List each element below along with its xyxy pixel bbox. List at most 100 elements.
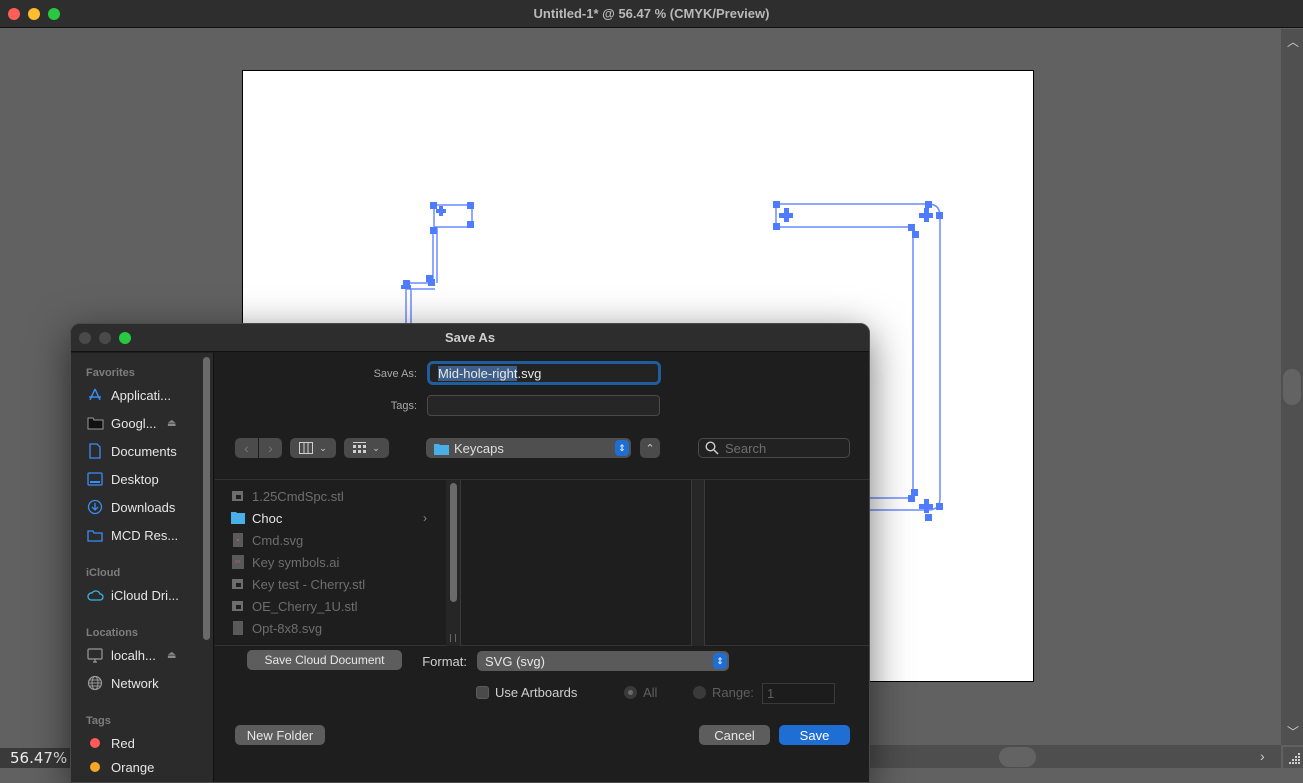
- sidebar-item-desktop[interactable]: Desktop: [86, 468, 201, 490]
- file-list-scrollbar[interactable]: [446, 480, 460, 646]
- downloads-icon: [86, 499, 104, 515]
- forward-button[interactable]: ›: [259, 438, 282, 458]
- dropdown-stepper-icon: ⇕: [713, 653, 727, 669]
- folder-icon: [86, 527, 104, 543]
- file-row[interactable]: Key symbols.ai: [231, 551, 431, 573]
- search-placeholder: Search: [725, 440, 767, 456]
- horizontal-scroll-thumb[interactable]: [999, 747, 1036, 767]
- scroll-up-arrow-icon[interactable]: ︿: [1287, 33, 1299, 50]
- file-name: Cmd.svg: [252, 532, 304, 548]
- vertical-scrollbar[interactable]: ︿ ﹀: [1281, 29, 1303, 745]
- window-title: Untitled-1* @ 56.47 % (CMYK/Preview): [533, 6, 770, 21]
- chevron-down-icon: ⌄: [319, 442, 327, 453]
- sidebar-item-documents[interactable]: Documents: [86, 440, 201, 462]
- document-icon: [86, 443, 104, 459]
- scroll-right-arrow-icon[interactable]: ›: [1260, 748, 1265, 764]
- app-titlebar: Untitled-1* @ 56.47 % (CMYK/Preview): [0, 0, 1303, 28]
- sidebar-item-label: Googl...: [111, 415, 157, 431]
- file-name: Key test - Cherry.stl: [252, 576, 366, 592]
- sidebar-scrollbar[interactable]: [203, 357, 210, 640]
- sidebar-item-label: Applicati...: [111, 387, 171, 403]
- sidebar-item-google-drive[interactable]: Googl... ⏏: [86, 412, 201, 434]
- format-dropdown[interactable]: SVG (svg) ⇕: [477, 651, 729, 671]
- tags-label: Tags:: [390, 400, 417, 412]
- sidebar-item-applications[interactable]: Applicati...: [86, 384, 201, 406]
- new-folder-button[interactable]: New Folder: [235, 725, 325, 745]
- sidebar-item-localhost[interactable]: localh... ⏏: [86, 644, 201, 666]
- vertical-scroll-thumb[interactable]: [1283, 369, 1301, 405]
- sidebar-item-label: MCD Res...: [111, 527, 179, 543]
- column-resize-handle[interactable]: [450, 634, 456, 642]
- chevron-right-icon: ›: [423, 511, 427, 525]
- save-cloud-document-button[interactable]: Save Cloud Document: [247, 650, 402, 670]
- use-artboards-label: Use Artboards: [495, 685, 578, 700]
- all-label: All: [643, 685, 658, 700]
- resize-grip-icon[interactable]: [1283, 747, 1303, 768]
- view-mode-button[interactable]: ⌄: [290, 438, 336, 458]
- folder-icon: [434, 443, 449, 455]
- sidebar-item-label: Red: [111, 735, 135, 751]
- range-input[interactable]: 1: [762, 683, 835, 704]
- chevron-right-icon: ›: [268, 440, 273, 456]
- tags-input[interactable]: [427, 395, 660, 416]
- zoom-level-readout[interactable]: 56.47%: [0, 748, 70, 768]
- grid-icon: [353, 442, 367, 453]
- save-button[interactable]: Save: [779, 725, 850, 745]
- file-name: OE_Cherry_1U.stl: [252, 598, 358, 614]
- sidebar: Favorites Applicati... Googl... ⏏ Docume…: [71, 353, 214, 782]
- file-browser: 1.25CmdSpc.stl Choc › Cmd.svg Key symbol…: [215, 479, 869, 646]
- use-artboards-checkbox[interactable]: [476, 686, 489, 699]
- file-row[interactable]: 1.25CmdSpc.stl: [231, 485, 431, 507]
- stl-file-icon: [232, 491, 243, 501]
- format-label: Format:: [422, 654, 467, 669]
- dialog-main: Save As: Mid-hole-right.svg Tags: ‹ › ⌄ …: [215, 353, 869, 782]
- format-value: SVG (svg): [485, 653, 545, 669]
- file-row[interactable]: Cmd.svg: [231, 529, 431, 551]
- collapse-dialog-button[interactable]: ⌃: [640, 438, 660, 458]
- desktop-icon: [86, 471, 104, 487]
- sidebar-item-mcd-resources[interactable]: MCD Res...: [86, 524, 201, 546]
- location-dropdown[interactable]: Keycaps ⇕: [426, 438, 631, 458]
- range-radio[interactable]: [693, 686, 706, 699]
- svg-file-icon: [233, 533, 243, 547]
- filename-extension: .svg: [517, 366, 542, 381]
- sidebar-item-label: localh...: [111, 647, 156, 663]
- icloud-header: iCloud: [86, 567, 121, 579]
- filename-input[interactable]: Mid-hole-right.svg: [427, 361, 661, 385]
- file-row[interactable]: Key test - Cherry.stl: [231, 573, 431, 595]
- sidebar-tag-orange[interactable]: Orange: [86, 756, 201, 778]
- back-button[interactable]: ‹: [235, 438, 258, 458]
- file-name: Opt-8x8.svg: [252, 620, 323, 636]
- chevron-down-icon: ⌄: [372, 442, 380, 453]
- cancel-button[interactable]: Cancel: [699, 725, 770, 745]
- sidebar-tag-red[interactable]: Red: [86, 732, 201, 754]
- all-artboards-radio[interactable]: [624, 686, 637, 699]
- sidebar-item-icloud-drive[interactable]: iCloud Dri...: [86, 584, 201, 606]
- eject-icon[interactable]: ⏏: [167, 418, 176, 429]
- locations-header: Locations: [86, 627, 138, 639]
- column-divider: [460, 480, 461, 646]
- sidebar-item-label: Orange: [111, 759, 155, 775]
- horizontal-scrollbar[interactable]: ›: [860, 745, 1281, 768]
- sidebar-item-label: Network: [111, 675, 159, 691]
- location-value: Keycaps: [454, 440, 504, 456]
- sidebar-item-network[interactable]: Network: [86, 672, 201, 694]
- sidebar-item-downloads[interactable]: Downloads: [86, 496, 201, 518]
- orange-tag-icon: [86, 759, 104, 775]
- sidebar-item-label: Desktop: [111, 471, 159, 487]
- scroll-down-arrow-icon[interactable]: ﹀: [1287, 723, 1299, 740]
- selected-path-left[interactable]: [405, 204, 473, 323]
- file-list-scroll-thumb[interactable]: [450, 483, 457, 602]
- stl-file-icon: [232, 601, 243, 611]
- group-by-button[interactable]: ⌄: [344, 438, 389, 458]
- folder-icon: [231, 512, 245, 524]
- file-row[interactable]: Opt-8x8.svg: [231, 617, 431, 639]
- preview-column-divider[interactable]: [691, 480, 705, 646]
- applications-icon: [86, 387, 104, 403]
- file-row[interactable]: Choc ›: [231, 507, 431, 529]
- chevron-up-icon: ⌃: [645, 442, 655, 455]
- eject-icon[interactable]: ⏏: [167, 650, 176, 661]
- file-row[interactable]: OE_Cherry_1U.stl: [231, 595, 431, 617]
- search-input[interactable]: Search: [698, 438, 850, 458]
- drive-icon: [86, 415, 104, 431]
